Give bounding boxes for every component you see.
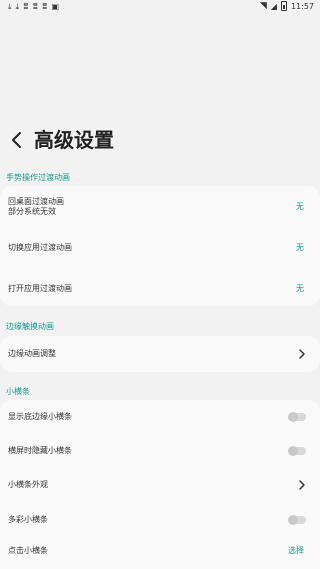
row-title: 打开应用过渡动画 <box>8 284 72 293</box>
row-title: 显示底边缘小横条 <box>8 412 72 421</box>
page-title: 高级设置 <box>34 128 114 152</box>
row-open-app-transition[interactable]: 打开应用过渡动画 无 <box>0 266 320 306</box>
battery-icon <box>280 1 287 11</box>
row-title: 点击小横条 <box>8 546 48 555</box>
bug-icon: ⴻ <box>23 2 29 11</box>
section-label-bar: 小横条 <box>6 387 30 396</box>
toggle-switch[interactable] <box>288 515 306 525</box>
bug-icon: ⴻ <box>42 2 48 11</box>
row-hide-landscape[interactable]: 横屏时隐藏小横条 <box>0 434 320 468</box>
row-value: 无 <box>296 202 304 211</box>
status-time: 11:57 <box>290 1 314 11</box>
row-title: 边缘动画调整 <box>8 349 56 358</box>
bug-icon: ⴻ <box>32 2 39 11</box>
row-bar-appearance[interactable]: 小横条外观 <box>0 468 320 502</box>
row-show-bar[interactable]: 显示底边缘小横条 <box>0 400 320 434</box>
row-label: 回桌面过渡动画 部分系统无效 <box>8 197 64 217</box>
section-label-gesture: 手势操作过渡动画 <box>6 173 70 182</box>
row-tap-bar[interactable]: 点击小横条 选择 <box>0 536 320 566</box>
toggle-switch[interactable] <box>288 446 306 456</box>
card-bar: 显示底边缘小横条 横屏时隐藏小横条 小横条外观 多彩小横条 点击小横条 选择 <box>0 400 320 569</box>
row-subtitle: 部分系统无效 <box>8 207 56 216</box>
row-value: 无 <box>296 284 304 293</box>
card-gesture: 回桌面过渡动画 部分系统无效 无 切换应用过渡动画 无 打开应用过渡动画 无 <box>0 186 320 306</box>
signal-icon: ◢ <box>270 1 277 11</box>
row-switch-app-transition[interactable]: 切换应用过渡动画 无 <box>0 226 320 266</box>
card-edge: 边缘动画调整 <box>0 336 320 372</box>
download-icon: ⤓ <box>8 2 12 11</box>
row-title: 切换应用过渡动画 <box>8 243 72 252</box>
toggle-switch[interactable] <box>288 412 306 422</box>
row-title: 回桌面过渡动画 <box>8 197 64 206</box>
row-title: 小横条外观 <box>8 480 48 489</box>
row-value: 无 <box>296 243 304 252</box>
chevron-right-icon <box>298 348 306 362</box>
row-value: 选择 <box>288 546 304 555</box>
status-bar: ⤓ ⤓ ⴻ ⴻ ⴻ ▣ ◥ ◢ 11:57 <box>0 0 320 14</box>
section-label-edge: 边缘触摸动画 <box>6 322 54 331</box>
download-icon: ⤓ <box>15 2 20 11</box>
page-header: 高级设置 <box>0 120 320 160</box>
row-edge-animation[interactable]: 边缘动画调整 <box>0 336 320 372</box>
status-right-icons: ◥ ◢ 11:57 <box>260 1 314 11</box>
status-left-icons: ⤓ ⤓ ⴻ ⴻ ⴻ ▣ <box>8 1 59 12</box>
row-title: 多彩小横条 <box>8 515 48 524</box>
app-icon: ▣ <box>51 2 60 11</box>
row-home-transition[interactable]: 回桌面过渡动画 部分系统无效 无 <box>0 186 320 226</box>
row-title: 横屏时隐藏小横条 <box>8 446 72 455</box>
back-arrow-icon[interactable] <box>10 130 24 150</box>
chevron-right-icon <box>298 479 306 493</box>
row-colorful-bar[interactable]: 多彩小横条 <box>0 502 320 536</box>
wifi-icon: ◥ <box>259 1 267 11</box>
